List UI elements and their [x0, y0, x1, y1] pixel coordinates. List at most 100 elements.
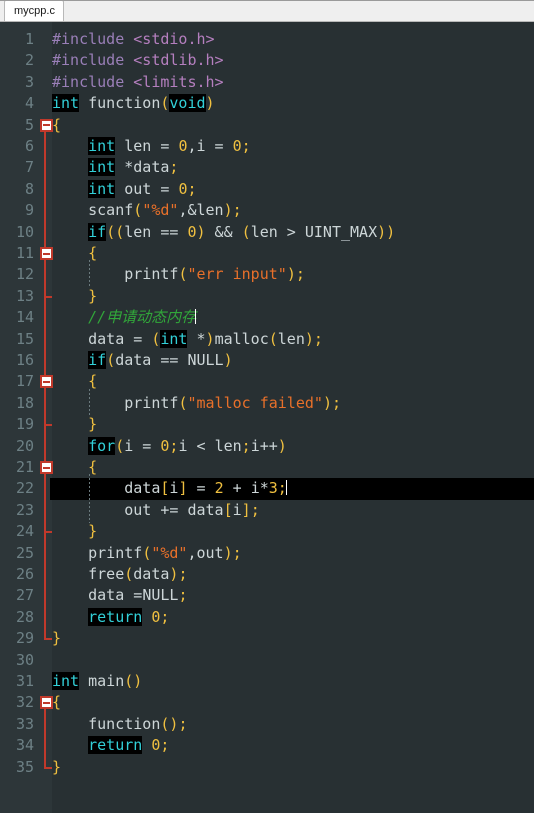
code-line[interactable]: 3 #include <limits.h> [0, 72, 534, 93]
code-line[interactable]: 11 { [0, 243, 534, 264]
line-number: 5 [24, 115, 34, 134]
fold-tick [44, 295, 50, 298]
code-line[interactable]: 24 } [0, 521, 534, 542]
tab-label: mycpp.c [14, 5, 55, 17]
line-number: 35 [15, 757, 34, 776]
line-number: 2 [24, 51, 34, 70]
code-text: //申请动态内存 [88, 308, 197, 327]
line-number: 18 [15, 393, 34, 412]
fold-rail-end [44, 638, 52, 641]
fold-tick [44, 531, 50, 534]
code-line[interactable]: 12 printf("err input"); [0, 264, 534, 285]
code-text: out += data[i]; [124, 500, 260, 519]
code-editor[interactable]: 1 #include <stdio.h> 2 #include <stdlib.h> 3… [0, 22, 534, 813]
code-line[interactable]: 6 int len = 0,i = 0; [0, 136, 534, 157]
code-line[interactable]: 17 { [0, 371, 534, 392]
code-line[interactable]: 31 int main() [0, 671, 534, 692]
code-text: data[i] = 2 + i*3; [124, 479, 287, 498]
code-text: #include <stdio.h> [52, 30, 215, 48]
code-text: scanf("%d",&len); [88, 201, 242, 220]
code-line[interactable]: 30 [0, 650, 534, 671]
code-text: if(data == NULL) [88, 351, 233, 369]
code-line[interactable]: 27 data =NULL; [0, 585, 534, 606]
code-text: printf("%d",out); [88, 543, 242, 562]
code-text: { [88, 244, 98, 262]
code-line[interactable]: 1 #include <stdio.h> [0, 29, 534, 50]
fold-rail [44, 703, 46, 768]
code-text: } [52, 629, 62, 648]
code-line[interactable]: 21 { [0, 457, 534, 478]
line-number: 20 [15, 436, 34, 455]
line-number: 30 [15, 650, 34, 669]
fold-rail [44, 382, 46, 426]
line-number: 1 [24, 30, 34, 48]
code-line[interactable]: 25 printf("%d",out); [0, 543, 534, 564]
fold-rail [44, 468, 46, 533]
fold-collapse-button[interactable] [40, 375, 53, 389]
fold-tick [44, 424, 50, 427]
line-number: 9 [24, 201, 34, 220]
code-line[interactable]: 32 { [0, 692, 534, 713]
indent-guide [89, 388, 90, 417]
code-text: if((len == 0) && (len > UINT_MAX)) [88, 222, 396, 241]
code-line[interactable]: 10 if((len == 0) && (len > UINT_MAX)) [0, 222, 534, 243]
code-line[interactable]: 16 if(data == NULL) [0, 350, 534, 371]
code-line[interactable]: 34 return 0; [0, 735, 534, 756]
code-line[interactable]: 13 } [0, 286, 534, 307]
code-line[interactable]: 19 } [0, 414, 534, 435]
code-line[interactable]: 14 //申请动态内存 [0, 307, 534, 328]
code-line[interactable]: 5{ [0, 115, 534, 136]
line-number: 16 [15, 351, 34, 369]
code-line[interactable]: 33 function(); [0, 714, 534, 735]
line-number: 19 [15, 415, 34, 434]
code-text: printf("malloc failed"); [124, 393, 341, 412]
code-line[interactable]: 9 scanf("%d",&len); [0, 200, 534, 221]
fold-collapse-button[interactable] [40, 461, 53, 474]
code-text: { [52, 115, 62, 134]
line-number: 4 [24, 94, 34, 113]
code-line[interactable]: 2 #include <stdlib.h> [0, 50, 534, 71]
code-line[interactable]: 8 int out = 0; [0, 179, 534, 200]
line-number: 31 [15, 672, 34, 690]
indent-guide [89, 260, 90, 288]
code-line[interactable]: 15 data = (int *)malloc(len); [0, 329, 534, 350]
code-line[interactable]: 7 int *data; [0, 157, 534, 178]
code-text: } [88, 522, 98, 541]
code-line[interactable]: 23 out += data[i]; [0, 500, 534, 521]
line-number: 23 [15, 500, 34, 519]
line-number: 29 [15, 629, 34, 648]
editor-tab-bar: mycpp.c [0, 0, 534, 22]
code-line[interactable]: 35} [0, 757, 534, 778]
line-number: 10 [15, 222, 34, 241]
line-number: 32 [15, 693, 34, 712]
fold-collapse-button[interactable] [40, 118, 53, 132]
code-text: return 0; [88, 607, 170, 626]
code-text: int *data; [88, 158, 179, 177]
code-line[interactable]: 29} [0, 628, 534, 649]
code-line[interactable]: 22 data[i] = 2 + i*3; [0, 478, 534, 500]
line-number: 3 [24, 72, 34, 91]
code-text: data =NULL; [88, 586, 188, 605]
line-number: 24 [15, 522, 34, 541]
code-text: data = (int *)malloc(len); [88, 329, 323, 348]
code-text: free(data); [88, 565, 188, 583]
code-text: int function(void) [52, 94, 215, 113]
tab-mycpp-c[interactable]: mycpp.c [4, 0, 64, 21]
text-cursor [285, 480, 287, 496]
code-line[interactable]: 4 int function(void) [0, 93, 534, 114]
code-line[interactable]: 26 free(data); [0, 564, 534, 585]
code-text: int out = 0; [88, 179, 197, 198]
fold-collapse-button[interactable] [40, 696, 53, 710]
code-text: return 0; [88, 736, 170, 755]
line-number: 21 [15, 458, 34, 476]
code-text: function(); [88, 714, 188, 733]
code-line[interactable]: 20 for(i = 0;i < len;i++) [0, 436, 534, 457]
code-line[interactable]: 18 printf("malloc failed"); [0, 393, 534, 414]
code-text: #include <stdlib.h> [52, 51, 224, 70]
fold-collapse-button[interactable] [40, 247, 53, 260]
code-text: { [52, 693, 62, 712]
text-cursor [195, 309, 197, 325]
code-text: int main() [52, 672, 143, 690]
code-line[interactable]: 28 return 0; [0, 607, 534, 628]
line-number: 26 [15, 565, 34, 583]
